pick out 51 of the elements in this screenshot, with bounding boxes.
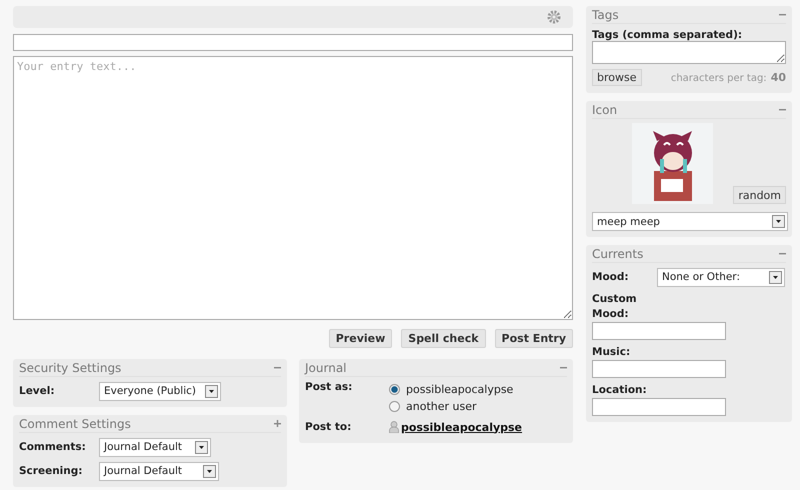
collapse-icon[interactable] <box>779 106 786 113</box>
dropdown[interactable]: Everyone (Public) <box>99 382 221 400</box>
tags-field[interactable] <box>592 41 786 64</box>
panel-title: Journal <box>305 360 347 374</box>
expand-icon[interactable] <box>274 420 281 427</box>
text-field[interactable] <box>592 322 726 340</box>
action-button[interactable]: Preview <box>328 329 392 348</box>
text-field[interactable] <box>592 398 726 416</box>
caret-icon <box>769 270 782 284</box>
hint-text: characters per tag: <box>670 72 767 84</box>
entry-text-field[interactable]: Your entry text... <box>13 56 573 320</box>
random-button[interactable]: random <box>733 186 786 204</box>
field-label: Screening: <box>19 465 84 477</box>
caret-icon <box>205 384 218 398</box>
field-label: Post to: <box>305 421 352 433</box>
panel-title: Icon <box>592 102 618 116</box>
dropdown[interactable]: Journal Default <box>99 438 211 456</box>
collapse-icon[interactable] <box>560 364 567 371</box>
journal-link[interactable]: possibleapocalypse <box>401 420 522 434</box>
action-button[interactable]: Post Entry <box>494 329 573 348</box>
collapse-icon[interactable] <box>779 250 786 257</box>
action-button[interactable]: Spell check <box>401 329 486 348</box>
dropdown[interactable]: None or Other: <box>657 268 785 286</box>
caret-icon <box>203 464 216 478</box>
field-label: Custom Mood: <box>592 292 638 322</box>
panel-title: Tags <box>592 8 619 22</box>
collapse-icon[interactable] <box>274 364 281 371</box>
field-label: Post as: <box>305 381 354 395</box>
field-label: Level: <box>19 385 56 397</box>
field-label: Tags (comma separated): <box>592 29 742 41</box>
panel-title: Comment Settings <box>19 416 131 430</box>
dropdown[interactable]: Journal Default <box>99 462 219 480</box>
subject-field[interactable] <box>13 34 573 51</box>
field-label: Mood: <box>592 271 630 283</box>
field-label: Comments: <box>19 441 87 453</box>
settings-icon[interactable] <box>547 10 561 24</box>
radio-label: possibleapocalypse <box>406 383 514 396</box>
user-icon <box>389 421 399 433</box>
limit-value: 40 <box>770 70 786 84</box>
text-field[interactable] <box>592 360 726 378</box>
caret-icon <box>772 215 785 228</box>
field-label: Music: <box>592 345 632 360</box>
browse-button[interactable]: browse <box>592 68 642 86</box>
dropdown[interactable]: meep meep <box>592 212 788 231</box>
panel-title: Security Settings <box>19 360 122 374</box>
radio-label: another user <box>406 400 477 413</box>
panel-title: Currents <box>592 246 644 260</box>
caret-icon <box>195 440 208 454</box>
radio-button[interactable] <box>389 401 400 412</box>
collapse-icon[interactable] <box>779 11 786 18</box>
radio-button[interactable] <box>389 384 400 395</box>
